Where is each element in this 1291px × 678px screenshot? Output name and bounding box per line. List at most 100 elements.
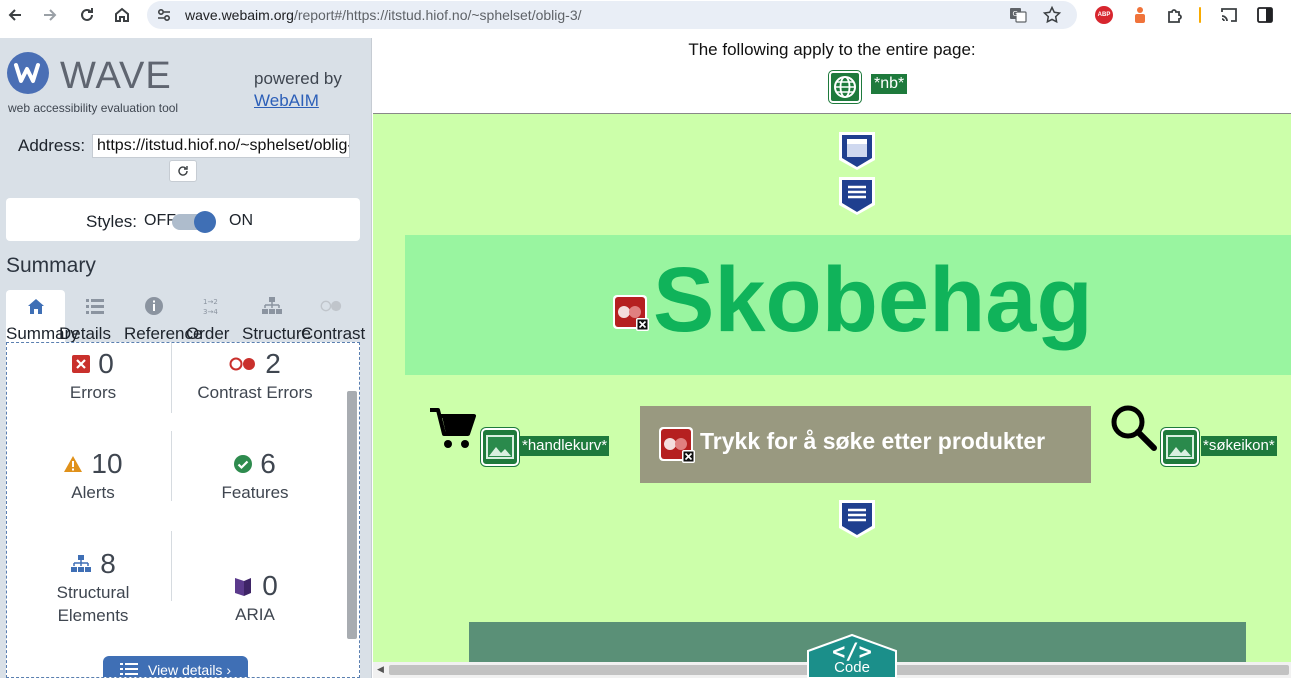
- cart-alt-text: *handlekurv*: [520, 436, 610, 456]
- features-count: 6: [260, 448, 276, 479]
- extensions-menu-button[interactable]: [1165, 5, 1185, 25]
- tab-label: Details: [59, 324, 111, 343]
- stat-structural-elements[interactable]: 8 Structural Elements: [13, 547, 173, 627]
- svg-text:G: G: [1013, 10, 1018, 18]
- arrow-right-icon: [44, 9, 57, 21]
- tab-structure[interactable]: Structure: [242, 290, 311, 343]
- puzzle-icon: [1168, 9, 1182, 23]
- browser-toolbar: wave.webaim.org/report#/https://itstud.h…: [0, 0, 1291, 30]
- contrast-error-marker-icon[interactable]: [612, 294, 650, 332]
- tab-label: Order: [186, 324, 230, 343]
- forward-button[interactable]: [38, 3, 62, 27]
- aria-icon: [235, 578, 252, 596]
- tab-contrast[interactable]: Contrast: [301, 290, 365, 343]
- stat-alerts[interactable]: 10 Alerts: [13, 447, 173, 504]
- reload-icon: [81, 8, 93, 21]
- magnifier-icon[interactable]: [1108, 402, 1160, 454]
- structural-label-line1: Structural: [56, 583, 130, 602]
- tab-reference[interactable]: Reference: [124, 290, 202, 343]
- structural-label-line2: Elements: [57, 606, 129, 625]
- view-details-label: View details ›: [147, 662, 231, 678]
- view-details-button[interactable]: View details ›: [103, 656, 248, 678]
- styles-label: Styles:: [86, 212, 138, 231]
- stat-errors[interactable]: 0 Errors: [13, 347, 173, 404]
- contrast-error-marker-icon[interactable]: [658, 426, 696, 464]
- image-alt-feature-icon[interactable]: [481, 428, 519, 466]
- header-region-icon[interactable]: [837, 130, 877, 172]
- tab-summary[interactable]: Summary: [6, 290, 79, 343]
- navigation-region-icon[interactable]: [837, 498, 877, 540]
- wave-logo-icon: [7, 52, 49, 94]
- structural-count: 8: [100, 548, 116, 579]
- refresh-button[interactable]: [169, 160, 197, 182]
- panel-tabs: Summary Details Reference 1→2 3→4 Order S…: [6, 290, 365, 343]
- contrast-errors-label: Contrast Errors: [197, 383, 313, 402]
- toolbar-separator: [1199, 7, 1201, 23]
- contrast-icon: [320, 300, 341, 312]
- errors-label: Errors: [69, 383, 117, 402]
- stat-contrast-errors[interactable]: 2 Contrast Errors: [175, 347, 335, 404]
- toggle-knob: [194, 211, 216, 233]
- scrollbar-thumb[interactable]: [347, 391, 357, 639]
- wave-sidebar: WAVE web accessibility evaluation tool p…: [0, 38, 372, 678]
- site-settings-icon[interactable]: [156, 7, 172, 23]
- home-icon: [27, 299, 44, 314]
- contrast-errors-count: 2: [265, 348, 281, 379]
- language-label: *nb*: [871, 74, 908, 94]
- url-host: wave.webaim.org: [185, 7, 294, 23]
- wave-tagline: web accessibility evaluation tool: [8, 101, 179, 115]
- svg-text:3→4: 3→4: [203, 308, 218, 316]
- wave-brand: WAVE: [60, 55, 172, 97]
- cast-button[interactable]: [1219, 5, 1239, 25]
- alerts-count: 10: [91, 448, 123, 479]
- list-icon: [119, 663, 138, 675]
- address-input[interactable]: https://itstud.hiof.no/~sphelset/oblig-3…: [92, 134, 350, 158]
- back-button[interactable]: [3, 3, 27, 27]
- arrow-left-icon: [8, 9, 21, 21]
- address-bar[interactable]: wave.webaim.org/report#/https://itstud.h…: [147, 1, 1077, 29]
- shopping-cart-icon[interactable]: [429, 406, 477, 452]
- page-header-text: The following apply to the entire page:: [688, 40, 976, 59]
- cast-icon: [1221, 8, 1237, 22]
- stat-features[interactable]: 6 Features: [175, 447, 335, 504]
- home-icon: [115, 7, 129, 22]
- structure-icon: [71, 555, 92, 572]
- summary-scrollbar[interactable]: [347, 351, 357, 673]
- scroll-left-icon[interactable]: ◀: [377, 665, 384, 675]
- url-text: wave.webaim.org/report#/https://itstud.h…: [185, 7, 582, 23]
- search-button-text: Trykk for å søke etter produkter: [700, 428, 1046, 454]
- styles-toggle[interactable]: [172, 211, 216, 233]
- refresh-icon: [178, 166, 188, 176]
- navigation-region-icon[interactable]: [837, 175, 877, 217]
- contrast-error-icon: [229, 357, 256, 371]
- summary-heading: Summary: [6, 254, 96, 277]
- aria-label: ARIA: [235, 605, 275, 624]
- address-label: Address:: [18, 136, 86, 155]
- stat-aria[interactable]: 0 ARIA: [175, 569, 335, 626]
- language-icon[interactable]: [829, 71, 861, 103]
- webaim-link[interactable]: WebAIM: [254, 91, 319, 111]
- tab-order[interactable]: 1→2 3→4 Order: [183, 290, 242, 343]
- extension-button[interactable]: [1130, 5, 1150, 25]
- reload-button[interactable]: [75, 3, 99, 27]
- search-icon-alt-text: *søkeikon*: [1201, 436, 1277, 456]
- powered-by-text: powered by: [254, 69, 342, 88]
- adblock-icon: ABP: [1095, 6, 1113, 24]
- image-alt-feature-icon[interactable]: [1161, 428, 1199, 466]
- tab-label: Contrast: [301, 324, 366, 343]
- order-icon: 1→23→4: [203, 298, 218, 316]
- code-label: Code: [834, 659, 870, 676]
- image-icon: [1166, 435, 1194, 459]
- styles-on-label: ON: [229, 212, 253, 229]
- home-button[interactable]: [110, 3, 134, 27]
- globe-icon: [834, 76, 856, 98]
- page-level-results: The following apply to the entire page: …: [373, 30, 1291, 114]
- tab-details[interactable]: Details: [59, 290, 124, 343]
- adblock-extension-button[interactable]: ABP: [1094, 5, 1114, 25]
- translate-icon[interactable]: G: [1009, 6, 1027, 24]
- bookmark-star-icon[interactable]: [1042, 5, 1062, 25]
- styles-toggle-box: Styles: OFF ON: [6, 198, 360, 241]
- figure-extension-icon: [1135, 7, 1145, 23]
- side-panel-button[interactable]: [1255, 5, 1275, 25]
- info-icon: [144, 297, 163, 315]
